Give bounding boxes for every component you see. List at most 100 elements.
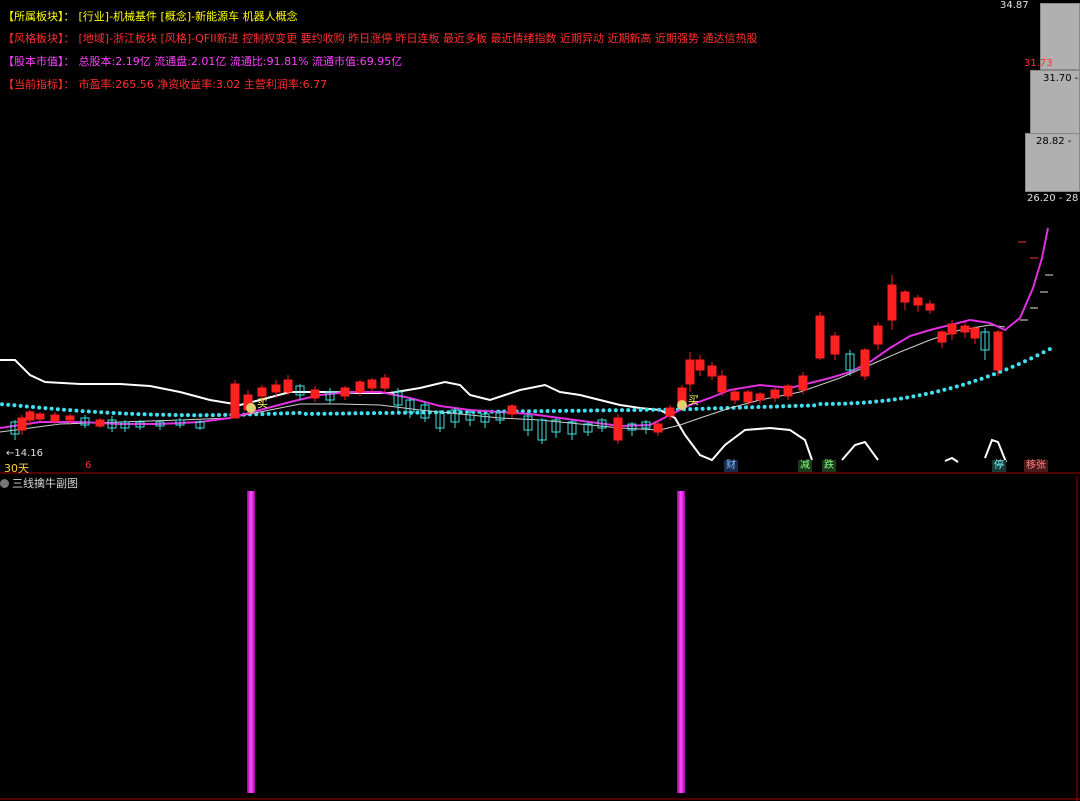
support-dot bbox=[37, 405, 42, 410]
support-dot bbox=[539, 409, 544, 414]
support-dot bbox=[105, 410, 110, 415]
support-dot bbox=[905, 395, 910, 400]
support-dot bbox=[1041, 350, 1046, 355]
support-dot bbox=[911, 394, 916, 399]
support-dot bbox=[899, 396, 903, 401]
support-dot bbox=[756, 405, 761, 409]
candle-body bbox=[900, 291, 910, 303]
axis-price-3: 28.82 - bbox=[1036, 136, 1072, 147]
candle-body bbox=[798, 375, 808, 391]
candle-body bbox=[770, 389, 780, 399]
support-dot bbox=[204, 413, 209, 418]
signal-bar-1 bbox=[247, 491, 255, 793]
candle-body bbox=[310, 389, 320, 399]
support-dot bbox=[1016, 362, 1021, 367]
support-dot bbox=[576, 408, 581, 413]
candle-body bbox=[707, 365, 717, 377]
support-dot bbox=[551, 409, 556, 413]
support-dot bbox=[12, 403, 17, 408]
support-dot bbox=[713, 406, 717, 411]
support-dot bbox=[1029, 356, 1034, 361]
support-dot bbox=[762, 404, 767, 409]
support-dot bbox=[322, 411, 327, 416]
band-line-segment bbox=[984, 438, 1007, 463]
support-dot bbox=[985, 374, 990, 379]
period-label[interactable]: 30天 bbox=[4, 460, 29, 476]
candle-body bbox=[815, 315, 825, 359]
axis-high: 34.87 bbox=[1000, 0, 1029, 11]
support-dot bbox=[316, 411, 321, 416]
support-dot bbox=[31, 405, 35, 409]
support-dot bbox=[415, 410, 420, 415]
support-dot bbox=[936, 389, 941, 394]
support-dot bbox=[855, 401, 860, 405]
support-dot bbox=[917, 393, 922, 398]
support-dot bbox=[545, 409, 550, 413]
support-dot bbox=[111, 411, 116, 415]
price-chart[interactable]: 买 买 bbox=[0, 0, 1080, 474]
candle-body bbox=[65, 415, 75, 421]
candle-body bbox=[695, 359, 705, 371]
support-dot bbox=[74, 408, 79, 413]
support-dot bbox=[0, 402, 4, 407]
support-dot bbox=[365, 411, 370, 416]
candle-body bbox=[17, 417, 27, 431]
support-dot bbox=[700, 406, 705, 411]
support-dot bbox=[43, 406, 48, 411]
support-dot bbox=[923, 392, 928, 396]
support-dot bbox=[396, 410, 401, 415]
support-dot bbox=[384, 411, 389, 415]
support-dot bbox=[130, 411, 135, 416]
support-dot bbox=[644, 407, 649, 412]
event-tag-halt[interactable]: 停 bbox=[992, 460, 1006, 472]
candle-body bbox=[937, 331, 947, 343]
candle-body bbox=[367, 379, 377, 389]
event-tag-fall[interactable]: 跌 bbox=[822, 460, 836, 472]
support-dot bbox=[651, 407, 655, 412]
support-dot bbox=[192, 413, 197, 418]
candle-body bbox=[50, 414, 60, 422]
support-dot bbox=[824, 402, 829, 406]
event-tag-finance[interactable]: 财 bbox=[724, 460, 738, 472]
candle-body bbox=[25, 411, 35, 421]
support-dot bbox=[328, 411, 333, 416]
signal-bar-2 bbox=[677, 491, 685, 793]
subpanel-chart[interactable] bbox=[0, 476, 1080, 801]
tick-small: 6 bbox=[85, 460, 92, 471]
support-dot bbox=[99, 410, 104, 415]
support-dot bbox=[564, 408, 569, 413]
support-dot bbox=[533, 409, 538, 414]
support-dot bbox=[861, 400, 866, 405]
support-dot bbox=[198, 413, 203, 418]
support-dot bbox=[223, 412, 228, 417]
support-dot bbox=[167, 412, 172, 417]
candle-body bbox=[783, 385, 793, 397]
support-dot bbox=[967, 380, 972, 385]
support-dot bbox=[799, 403, 804, 408]
event-tag-shift[interactable]: 移张 bbox=[1024, 460, 1048, 472]
candle-body bbox=[613, 417, 623, 441]
support-dot bbox=[86, 409, 91, 414]
support-dot bbox=[260, 412, 265, 417]
support-dot bbox=[886, 398, 891, 403]
dotted-support-line bbox=[0, 347, 1052, 418]
candle-body bbox=[95, 419, 105, 427]
candle-body bbox=[665, 407, 675, 417]
support-dot bbox=[750, 405, 755, 410]
support-dot bbox=[372, 411, 376, 416]
band-line-segment bbox=[944, 456, 959, 463]
support-dot bbox=[849, 401, 854, 406]
support-dot bbox=[973, 378, 978, 383]
axis-price-4: 26.20 - 28 bbox=[1027, 193, 1079, 204]
support-dot bbox=[979, 376, 984, 381]
support-dot bbox=[613, 408, 618, 413]
support-dot bbox=[632, 408, 637, 412]
support-dot bbox=[781, 404, 786, 409]
candle-body bbox=[887, 284, 897, 321]
axis-price-2: 31.70 - bbox=[1043, 73, 1079, 84]
event-tag-reduce[interactable]: 减 bbox=[798, 460, 812, 472]
support-dot bbox=[892, 397, 897, 402]
support-dot bbox=[607, 408, 612, 413]
support-dot bbox=[744, 405, 748, 410]
support-dot bbox=[1035, 353, 1040, 358]
